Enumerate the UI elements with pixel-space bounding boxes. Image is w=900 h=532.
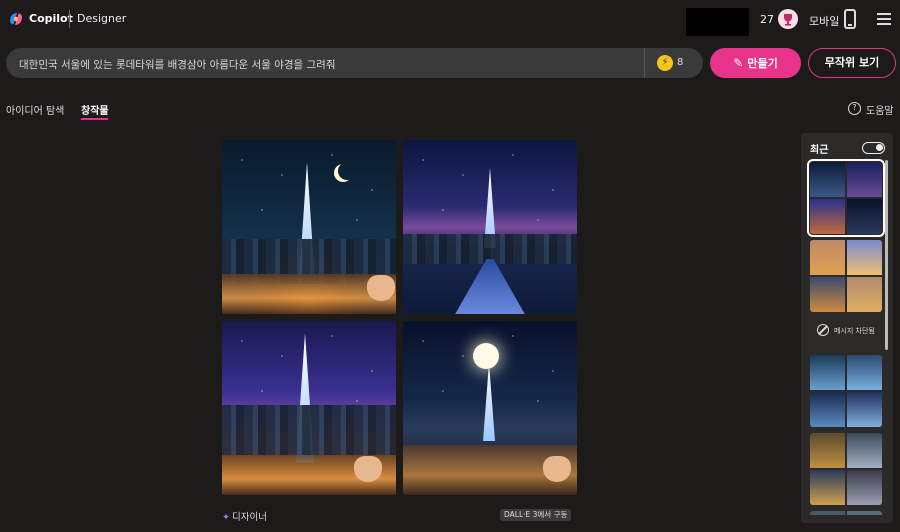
- rewards-trophy-icon[interactable]: [778, 9, 798, 29]
- drawing-hand: [543, 456, 571, 482]
- redacted-account-area: [686, 8, 749, 36]
- recent-set-4[interactable]: [810, 433, 882, 505]
- phone-icon[interactable]: [844, 9, 856, 29]
- prompt-input-container[interactable]: 대한민국 서울에 있는 롯데타워를 배경삼아 아름다운 서울 야경을 그려줘 ⚡…: [6, 48, 703, 78]
- recent-title: 최근: [810, 145, 829, 156]
- drawing-hand: [367, 275, 395, 301]
- recent-set-3[interactable]: [810, 355, 882, 427]
- recent-set-1[interactable]: [807, 159, 885, 237]
- result-image-4[interactable]: [403, 321, 577, 495]
- surprise-me-button[interactable]: 무작위 보기: [808, 48, 896, 78]
- city-skyline: [222, 405, 396, 455]
- blocked-message: 메시지 차단됨: [810, 318, 882, 342]
- tab-explore-ideas[interactable]: 아이디어 탐색: [6, 102, 64, 117]
- recent-scrollbar[interactable]: [885, 160, 888, 350]
- boost-count[interactable]: 27: [760, 13, 774, 26]
- help-icon[interactable]: ?: [848, 102, 861, 115]
- boost-remaining: 8: [677, 57, 684, 68]
- recent-panel: 최근 메시지 차단됨: [801, 133, 893, 523]
- hamburger-menu-icon[interactable]: [877, 13, 891, 25]
- recent-set-5[interactable]: [810, 511, 882, 521]
- result-image-3[interactable]: [222, 321, 396, 495]
- brand-divider: [69, 10, 70, 28]
- recent-toggle[interactable]: [862, 142, 885, 154]
- product-name[interactable]: Designer: [77, 12, 126, 25]
- designer-footer-label: ✦ 디자이너: [222, 509, 267, 523]
- boost-bolt-icon: ⚡: [657, 55, 673, 71]
- blocked-icon: [817, 324, 829, 336]
- crescent-moon: [338, 162, 356, 180]
- create-icon: ✎: [733, 56, 744, 70]
- prompt-input[interactable]: 대한민국 서울에 있는 롯데타워를 배경삼아 아름다운 서울 야경을 그려줘: [19, 57, 336, 72]
- result-image-1[interactable]: [222, 140, 396, 314]
- prompt-divider: [644, 48, 645, 78]
- copilot-logo-icon[interactable]: [8, 11, 24, 27]
- designer-sparkle-icon: ✦: [222, 512, 230, 523]
- create-button-label: 만들기: [747, 57, 778, 70]
- full-moon: [473, 343, 499, 369]
- help-link[interactable]: 도움말: [866, 102, 894, 117]
- result-image-2[interactable]: [403, 140, 577, 314]
- active-tab-indicator: [81, 118, 108, 120]
- create-button[interactable]: ✎ 만들기: [710, 48, 801, 78]
- blocked-label: 메시지 차단됨: [834, 327, 875, 335]
- designer-footer-text: 디자이너: [231, 512, 267, 523]
- recent-set-2[interactable]: [810, 240, 882, 312]
- brand-name[interactable]: Copilot: [29, 12, 73, 25]
- top-bar: Copilot Designer 27 모바일: [0, 0, 900, 40]
- drawing-hand: [354, 456, 382, 482]
- tab-creations[interactable]: 창작물: [81, 102, 109, 117]
- mobile-link[interactable]: 모바일: [809, 13, 839, 29]
- model-badge: DALL·E 3에서 구동: [500, 509, 572, 521]
